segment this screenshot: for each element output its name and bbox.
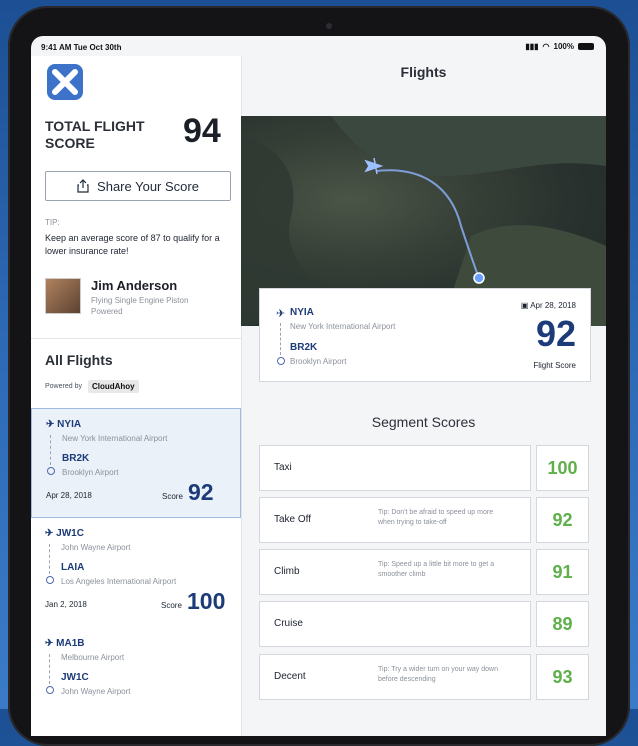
camera-icon: [326, 23, 332, 29]
share-score-label: Share Your Score: [97, 178, 199, 194]
cloudahoy-logo: CloudAhoy: [87, 380, 139, 393]
flight-destination-name: Los Angeles International Airport: [61, 577, 177, 586]
segment-row[interactable]: Cruise 89: [259, 601, 589, 647]
segment-row[interactable]: Decent Tip: Try a wider turn on your way…: [259, 654, 589, 700]
segment-row[interactable]: Taxi 100: [259, 445, 589, 491]
sidebar: TOTAL FLIGHT SCORE 94 Share Your Score T…: [31, 56, 242, 736]
segment-row[interactable]: Climb Tip: Speed up a little bit more to…: [259, 549, 589, 595]
powered-by: Powered by CloudAhoy: [45, 380, 139, 393]
selected-flight-card: ✈ NYIA New York International Airport BR…: [259, 288, 591, 382]
destination-dot-icon: [47, 467, 55, 475]
flight-destination-code: BR2K: [62, 453, 90, 464]
tip-heading: TIP:: [45, 218, 60, 227]
pilot-subtitle: Flying Single Engine Piston Powered: [91, 296, 189, 316]
route-line: [50, 435, 52, 465]
flight-origin-code: ✈ NYIA: [46, 419, 82, 430]
card-destination-code: BR2K: [290, 342, 318, 353]
all-flights-heading: All Flights: [45, 352, 113, 368]
flight-origin-name: John Wayne Airport: [61, 543, 131, 552]
calendar-icon: ▣: [520, 301, 531, 310]
segment-name: Taxi: [274, 462, 292, 473]
flight-destination-name: Brooklyn Airport: [62, 468, 119, 477]
app-logo-icon: [47, 64, 83, 100]
origin-code-text: NYIA: [57, 419, 82, 430]
segment-score: 93: [536, 654, 589, 700]
route-line: [49, 654, 51, 684]
segment-info: Climb Tip: Speed up a little bit more to…: [259, 549, 531, 595]
pilot-avatar: [45, 278, 81, 314]
segment-info: Cruise: [259, 601, 531, 647]
plane-icon: ✈: [276, 308, 286, 320]
flight-list-item[interactable]: ✈ JW1C John Wayne Airport LAIA Los Angel…: [31, 518, 241, 629]
total-score-value: 94: [183, 112, 221, 150]
flight-destination-name: John Wayne Airport: [61, 687, 131, 696]
segment-name: Cruise: [274, 618, 303, 629]
flight-score-label: Score: [162, 492, 183, 501]
tip-text: Keep an average score of 87 to qualify f…: [45, 233, 220, 256]
segment-tip: Tip: Try a wider turn on your way down b…: [378, 666, 498, 683]
status-bar: 9:41 AM Tue Oct 30th ▮▮▮ ◠ 100%: [31, 36, 606, 56]
flight-score: 92: [188, 479, 214, 505]
card-origin-name: New York International Airport: [290, 322, 396, 331]
flight-origin-name: New York International Airport: [62, 434, 168, 443]
flight-destination-code: LAIA: [61, 562, 85, 573]
destination-dot-icon: [46, 576, 54, 584]
segment-name: Take Off: [274, 514, 312, 525]
battery-percent: 100%: [553, 42, 574, 51]
app-screen: 9:41 AM Tue Oct 30th ▮▮▮ ◠ 100% TOTAL FL…: [31, 36, 606, 736]
card-date: ▣ Apr 28, 2018: [521, 301, 576, 310]
share-icon: [77, 179, 89, 193]
card-score-label: Flight Score: [533, 361, 576, 370]
segment-info: Decent Tip: Try a wider turn on your way…: [259, 654, 531, 700]
segment-score: 92: [536, 497, 589, 543]
segment-tip: Tip: Speed up a little bit more to get a…: [378, 561, 495, 578]
flight-list-item[interactable]: ✈ MA1B Melbourne Airport JW1C John Wayne…: [31, 628, 241, 736]
segment-score: 100: [536, 445, 589, 491]
flight-destination-code: JW1C: [61, 672, 89, 683]
segment-score: 91: [536, 549, 589, 595]
page-title: Flights: [400, 64, 447, 80]
segment-row[interactable]: Take Off Tip: Don't be afraid to speed u…: [259, 497, 589, 543]
route-line: [49, 544, 51, 574]
origin-code-text: MA1B: [56, 638, 85, 649]
flight-score: 100: [187, 588, 226, 614]
battery-icon: [578, 43, 594, 50]
total-score-label: TOTAL FLIGHT SCORE: [45, 118, 145, 151]
signal-icon: ▮▮▮: [525, 42, 539, 51]
segment-name: Climb: [274, 566, 300, 577]
segment-info: Take Off Tip: Don't be afraid to speed u…: [259, 497, 531, 543]
flight-score-label: Score: [161, 601, 182, 610]
status-indicators: ▮▮▮ ◠ 100%: [525, 42, 594, 51]
segment-tip: Tip: Don't be afraid to speed up more wh…: [378, 509, 494, 526]
segment-info: Taxi: [259, 445, 531, 491]
flight-date: Apr 28, 2018: [46, 491, 92, 500]
card-flight-score: 92: [535, 313, 576, 354]
flight-origin-code: ✈ MA1B: [45, 638, 85, 649]
destination-dot-icon: [46, 686, 54, 694]
divider: [31, 338, 241, 339]
segment-score: 89: [536, 601, 589, 647]
card-origin-code: NYIA: [290, 307, 314, 318]
wifi-icon: ◠: [542, 42, 550, 51]
powered-by-label: Powered by: [45, 383, 82, 390]
status-time: 9:41 AM Tue Oct 30th: [41, 43, 122, 52]
card-date-text: Apr 28, 2018: [530, 301, 576, 310]
card-destination-name: Brooklyn Airport: [290, 357, 347, 366]
origin-code-text: JW1C: [56, 528, 84, 539]
flight-origin-name: Melbourne Airport: [61, 653, 125, 662]
flight-date: Jan 2, 2018: [45, 600, 87, 609]
share-score-button[interactable]: Share Your Score: [45, 171, 231, 201]
route-line: [280, 323, 282, 355]
pilot-name: Jim Anderson: [91, 278, 178, 293]
segment-name: Decent: [274, 671, 306, 682]
destination-dot-icon: [277, 357, 285, 365]
segment-scores-heading: Segment Scores: [371, 414, 476, 430]
flight-origin-code: ✈ JW1C: [45, 528, 84, 539]
flight-list-item[interactable]: ✈ NYIA New York International Airport BR…: [31, 408, 241, 518]
